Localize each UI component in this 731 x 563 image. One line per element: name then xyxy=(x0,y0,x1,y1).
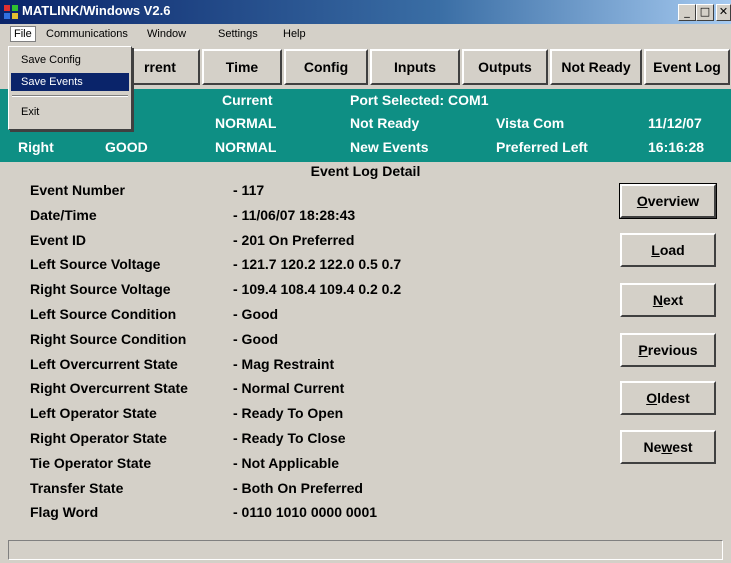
menu-window[interactable]: Window xyxy=(147,28,186,40)
detail-label: Event Number xyxy=(30,182,125,198)
status-time: 16:16:28 xyxy=(648,139,705,155)
load-label: oad xyxy=(659,242,685,258)
detail-label: Event ID xyxy=(30,231,87,248)
tab-not-ready[interactable]: Not Ready xyxy=(550,49,642,85)
detail-value: - 0110 1010 0000 0001 xyxy=(233,504,378,521)
newest-label: est xyxy=(672,439,693,455)
detail-value: - Not Applicable xyxy=(233,454,340,471)
tab-config[interactable]: Config xyxy=(284,49,368,85)
status-events: New Events xyxy=(350,139,429,155)
menu-settings[interactable]: Settings xyxy=(218,28,258,40)
detail-label: Left Operator State xyxy=(30,405,157,422)
detail-label: Tie Operator State xyxy=(30,454,152,471)
load-button[interactable]: Load xyxy=(620,233,716,267)
detail-value: - 109.4 108.4 109.4 0.2 0.2 xyxy=(233,281,402,298)
detail-label: Right Operator State xyxy=(30,430,167,446)
next-label: ext xyxy=(662,292,684,308)
status-r3-c1: GOOD xyxy=(105,139,148,155)
next-button[interactable]: Next xyxy=(620,283,716,317)
detail-label: Right Source Condition xyxy=(30,330,187,347)
detail-label: Flag Word xyxy=(30,504,99,521)
detail-value: - Mag Restraint xyxy=(233,355,335,372)
status-preferred: Preferred Left xyxy=(496,139,588,155)
event-log-detail: Event Log Detail Event Number - 117 Date/T… xyxy=(0,162,731,534)
menu-item-save-config[interactable]: Save Config xyxy=(11,51,129,69)
detail-label: Right Overcurrent State xyxy=(30,380,188,397)
tab-outputs[interactable]: Outputs xyxy=(462,49,548,85)
previous-button[interactable]: Previous xyxy=(620,333,716,367)
overview-button[interactable]: Overview xyxy=(619,183,717,219)
status-r3-c0: Right xyxy=(18,139,54,155)
menu-item-exit[interactable]: Exit xyxy=(11,103,129,121)
status-ready: Not Ready xyxy=(350,115,420,131)
detail-value: - 11/06/07 18:28:43 xyxy=(233,206,356,223)
detail-value: - Normal Current xyxy=(233,380,345,397)
tab-inputs[interactable]: Inputs xyxy=(370,49,460,85)
detail-value: - 201 On Preferred xyxy=(233,231,355,248)
oldest-label: ldest xyxy=(657,390,690,406)
detail-value: - Both On Preferred xyxy=(233,479,363,496)
menu-item-save-events[interactable]: Save Events xyxy=(11,73,129,91)
status-port: Port Selected: COM1 xyxy=(350,92,489,108)
overview-label: verview xyxy=(647,193,700,209)
detail-label: Right Source Voltage xyxy=(30,281,171,298)
status-r2-c2: NORMAL xyxy=(215,115,277,131)
menu-file[interactable]: File xyxy=(10,26,36,42)
menu-separator xyxy=(12,95,128,97)
app-icon xyxy=(4,5,18,19)
detail-value: - Ready To Open xyxy=(233,405,344,422)
tab-current-label: rrent xyxy=(144,59,176,75)
detail-label: Left Source Condition xyxy=(30,306,177,322)
detail-value: - Good xyxy=(233,330,279,347)
menu-help[interactable]: Help xyxy=(283,28,306,40)
detail-label: Left Overcurrent State xyxy=(30,355,178,372)
panel-title: Event Log Detail xyxy=(310,163,421,179)
status-date: 11/12/07 xyxy=(648,115,702,131)
newest-button[interactable]: Newest xyxy=(620,430,716,464)
status-vista: Vista Com xyxy=(496,115,565,131)
previous-label: revious xyxy=(647,342,698,358)
detail-label: Left Source Voltage xyxy=(30,256,161,273)
oldest-button[interactable]: Oldest xyxy=(620,381,716,415)
close-button[interactable]: ✕ xyxy=(716,4,731,21)
menu-communications[interactable]: Communications xyxy=(46,28,128,40)
tab-event-log[interactable]: Event Log xyxy=(644,49,730,85)
window-title: MATLINK/Windows V2.6 xyxy=(22,3,171,18)
detail-value: - 117 xyxy=(233,182,265,198)
detail-value: - Good xyxy=(233,306,279,322)
status-r3-c2: NORMAL xyxy=(215,139,277,155)
status-r1-c2: Current xyxy=(222,92,273,108)
tab-current[interactable]: rrent xyxy=(120,49,200,85)
detail-value: - 121.7 120.2 122.0 0.5 0.7 xyxy=(233,256,402,273)
title-bar: MATLINK/Windows V2.6 _ □ ✕ xyxy=(0,0,731,24)
menu-bar: File Communications Window Settings Help xyxy=(0,24,731,46)
detail-value: - Ready To Close xyxy=(233,430,346,446)
maximize-button[interactable]: □ xyxy=(696,4,714,21)
status-bar xyxy=(8,540,723,560)
detail-label: Transfer State xyxy=(30,479,124,496)
tab-time[interactable]: Time xyxy=(202,49,282,85)
file-menu-dropdown: Save Config Save Events Exit xyxy=(8,46,132,130)
detail-label: Date/Time xyxy=(30,206,97,223)
minimize-button[interactable]: _ xyxy=(678,4,696,21)
